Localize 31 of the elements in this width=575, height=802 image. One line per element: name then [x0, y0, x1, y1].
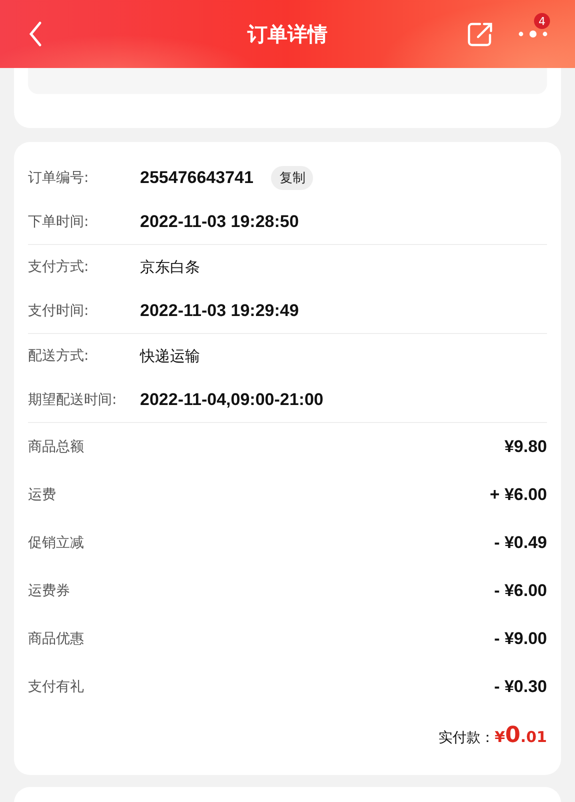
price-label: 支付有礼: [28, 678, 84, 696]
field-label: 订单编号:: [28, 169, 90, 187]
price-amount: + ¥6.00: [490, 485, 547, 505]
field-value: 2022-11-03 19:29:49: [140, 301, 299, 321]
page-title: 订单详情: [248, 20, 328, 48]
price-amount: - ¥0.49: [494, 533, 547, 553]
field-value: 2022-11-04,09:00-21:00: [140, 390, 324, 410]
price-label: 促销立减: [28, 534, 84, 552]
field-label: 支付时间:: [28, 302, 90, 320]
price-amount: - ¥9.00: [494, 629, 547, 649]
field-label: 支付方式:: [28, 258, 90, 276]
total-label: 实付款：: [438, 729, 495, 747]
field-label: 下单时间:: [28, 213, 90, 231]
field-value: 255476643741: [140, 168, 254, 188]
field-value: 2022-11-03 19:28:50: [140, 212, 299, 232]
share-icon[interactable]: [466, 20, 494, 48]
price-amount: - ¥0.30: [494, 677, 547, 697]
price-label: 商品优惠: [28, 630, 84, 648]
copy-button[interactable]: 复制: [271, 166, 314, 190]
field-value: 京东白条: [140, 258, 200, 276]
notification-badge: 4: [534, 13, 550, 29]
price-label: 商品总额: [28, 438, 84, 456]
price-label: 运费: [28, 486, 56, 504]
price-amount: ¥9.80: [504, 437, 547, 457]
price-amount: - ¥6.00: [494, 581, 547, 601]
more-icon[interactable]: [516, 28, 550, 40]
field-value: 快递运输: [140, 346, 200, 366]
total-amount: ¥0.01: [494, 723, 547, 748]
price-label: 运费券: [28, 582, 70, 600]
field-label: 配送方式:: [28, 347, 90, 365]
field-label: 期望配送时间:: [28, 391, 118, 409]
